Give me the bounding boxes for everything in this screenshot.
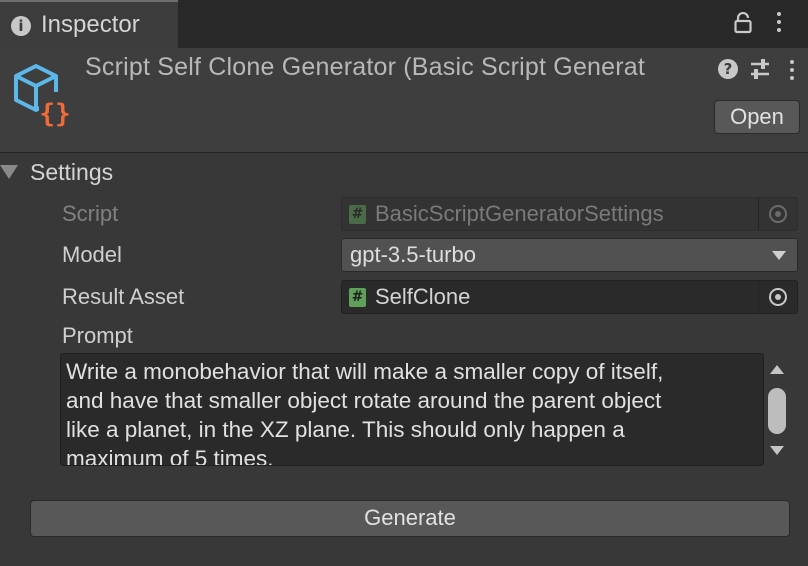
info-icon: i	[11, 16, 31, 36]
foldout-arrow-icon[interactable]	[0, 165, 18, 179]
settings-foldout-label[interactable]: Settings	[30, 159, 113, 186]
help-icon[interactable]: ?	[718, 59, 738, 79]
prompt-text: Write a monobehavior that will make a sm…	[66, 359, 664, 466]
prompt-textarea[interactable]: Write a monobehavior that will make a sm…	[60, 353, 764, 466]
model-dropdown[interactable]: gpt-3.5-turbo	[341, 238, 798, 272]
prompt-label: Prompt	[62, 323, 133, 348]
scroll-down-arrow-icon[interactable]	[770, 446, 784, 455]
script-object-picker	[758, 198, 797, 230]
tab-label: Inspector	[41, 11, 140, 38]
lock-icon[interactable]	[734, 12, 752, 34]
script-value: BasicScriptGeneratorSettings	[375, 201, 664, 226]
csharp-script-icon: #	[349, 288, 366, 307]
model-value: gpt-3.5-turbo	[350, 242, 476, 267]
model-label: Model	[62, 242, 122, 267]
script-label: Script	[62, 201, 119, 226]
script-asset-icon: {}	[14, 64, 71, 129]
csharp-script-icon: #	[349, 205, 366, 224]
object-picker-icon	[769, 205, 787, 223]
result-asset-value: SelfClone	[375, 284, 471, 309]
result-asset-label: Result Asset	[62, 284, 185, 309]
component-menu-icon[interactable]	[789, 60, 795, 84]
scroll-up-arrow-icon[interactable]	[770, 365, 784, 374]
scroll-thumb[interactable]	[768, 388, 786, 434]
result-asset-object-picker[interactable]	[758, 281, 797, 313]
chevron-down-icon	[772, 251, 786, 260]
presets-icon[interactable]	[749, 57, 771, 81]
inspector-header: {} Script Self Clone Generator (Basic Sc…	[0, 48, 808, 153]
script-field: # BasicScriptGeneratorSettings	[341, 197, 798, 231]
window-menu-icon[interactable]	[776, 12, 782, 36]
tab-bar: i Inspector	[0, 0, 808, 48]
object-picker-icon	[769, 288, 787, 306]
component-title: Script Self Clone Generator (Basic Scrip…	[85, 53, 646, 81]
prompt-scrollbar[interactable]	[766, 353, 788, 466]
tab-inspector[interactable]: i Inspector	[0, 0, 178, 48]
generate-button[interactable]: Generate	[30, 500, 790, 537]
svg-text:{}: {}	[39, 99, 70, 129]
open-button[interactable]: Open	[714, 100, 800, 134]
result-asset-field[interactable]: # SelfClone	[341, 280, 798, 314]
